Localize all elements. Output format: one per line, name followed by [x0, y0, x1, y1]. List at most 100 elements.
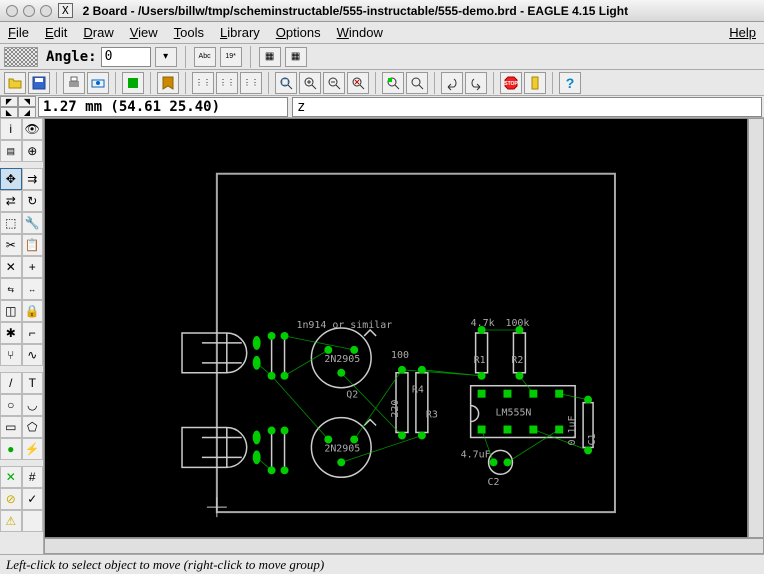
- redo-button[interactable]: [465, 72, 487, 94]
- split-tool[interactable]: ⑂: [0, 344, 22, 366]
- smash-tool[interactable]: ✱: [0, 322, 22, 344]
- menu-edit[interactable]: Edit: [45, 25, 67, 40]
- gate-tool[interactable]: ◫: [0, 300, 22, 322]
- horizontal-scrollbar[interactable]: [44, 538, 764, 554]
- circle-tool[interactable]: ○: [0, 394, 22, 416]
- zoom-out-button[interactable]: [323, 72, 345, 94]
- lock-tool[interactable]: 🔒: [22, 300, 44, 322]
- command-input[interactable]: [292, 97, 762, 117]
- add-tool[interactable]: +: [22, 256, 44, 278]
- q1-label: 2N2905: [324, 354, 360, 365]
- move-tool[interactable]: ✥: [0, 168, 22, 190]
- r2-label: R2: [511, 355, 523, 366]
- delete-tool[interactable]: ✕: [0, 256, 22, 278]
- tool-palette: i👁 ▤⊕ ✥⇉ ⇄↻ ⬚🔧 ✂📋 ✕+ ⇆↔ ◫🔒 ✱⌐ ⑂∿ /T ○◡ ▭…: [0, 118, 44, 554]
- r4-val: 100: [391, 350, 409, 361]
- menu-view[interactable]: View: [130, 25, 158, 40]
- undo-button[interactable]: [441, 72, 463, 94]
- menu-tools[interactable]: Tools: [174, 25, 204, 40]
- status-bar: Left-click to select object to move (rig…: [0, 554, 764, 574]
- traffic-zoom-icon[interactable]: [40, 5, 52, 17]
- grid2-icon[interactable]: ▦: [285, 47, 307, 67]
- pinswap-tool[interactable]: ⇆: [0, 278, 22, 300]
- change-tool[interactable]: 🔧: [22, 212, 44, 234]
- menu-file[interactable]: File: [8, 25, 29, 40]
- c2-val: 4.7uF: [461, 449, 491, 460]
- angle-input[interactable]: [101, 47, 151, 67]
- ulp2-button[interactable]: ⋮⋮: [216, 72, 238, 94]
- board-button[interactable]: [122, 72, 144, 94]
- group-tool[interactable]: ⬚: [0, 212, 22, 234]
- paste-tool[interactable]: 📋: [22, 234, 44, 256]
- signal-tool[interactable]: ⚡: [22, 438, 44, 460]
- info-tool[interactable]: i: [0, 118, 22, 140]
- traffic-min-icon[interactable]: [23, 5, 35, 17]
- arc-tool[interactable]: ◡: [22, 394, 44, 416]
- c1-label: C1: [587, 433, 598, 445]
- print-button[interactable]: [63, 72, 85, 94]
- svg-text:STOP: STOP: [504, 81, 518, 87]
- traffic-close-icon[interactable]: [6, 5, 18, 17]
- menu-library[interactable]: Library: [220, 25, 260, 40]
- name-toggle-icon[interactable]: Abc: [194, 47, 216, 67]
- layers-tool[interactable]: ▤: [0, 140, 22, 162]
- mirror-tool[interactable]: ⇄: [0, 190, 22, 212]
- c2-label: C2: [488, 477, 500, 488]
- drc-tool[interactable]: ✓: [22, 488, 44, 510]
- r3-label: R3: [426, 410, 438, 421]
- toolbar-params: Angle: ▾ Abc 19* ▦ ▦: [0, 44, 764, 70]
- ratsnest-tool[interactable]: ✕: [0, 466, 22, 488]
- ulp3-button[interactable]: ⋮⋮: [240, 72, 262, 94]
- rotate-tool[interactable]: ↻: [22, 190, 44, 212]
- menu-window[interactable]: Window: [337, 25, 383, 40]
- errors-tool[interactable]: ⚠: [0, 510, 22, 532]
- erc-tool[interactable]: ⊘: [0, 488, 22, 510]
- grid-pattern-icon[interactable]: [4, 47, 38, 67]
- optimize-tool[interactable]: ∿: [22, 344, 44, 366]
- status-text: Left-click to select object to move (rig…: [6, 557, 324, 573]
- replace-tool[interactable]: ↔: [22, 278, 44, 300]
- angle-label: Angle:: [46, 49, 97, 65]
- zoom-in-button[interactable]: [299, 72, 321, 94]
- save-button[interactable]: [28, 72, 50, 94]
- coordinate-bar: ◤◥ ◣◢ 1.27 mm (54.61 25.40): [0, 96, 764, 118]
- help-button[interactable]: ?: [559, 72, 581, 94]
- go-button[interactable]: [524, 72, 546, 94]
- text-tool[interactable]: T: [22, 372, 44, 394]
- rect-tool[interactable]: ▭: [0, 416, 22, 438]
- value-toggle-icon[interactable]: 19*: [220, 47, 242, 67]
- mark-tool[interactable]: ⊕: [22, 140, 44, 162]
- grid1-icon[interactable]: ▦: [259, 47, 281, 67]
- copy-tool[interactable]: ⇉: [22, 168, 44, 190]
- stop-button[interactable]: STOP: [500, 72, 522, 94]
- window-titlebar: X 2 Board - /Users/billw/tmp/scheminstru…: [0, 0, 764, 22]
- cut-tool[interactable]: ✂: [0, 234, 22, 256]
- q2-value: 2N2905: [324, 443, 360, 454]
- angle-dropdown-icon[interactable]: ▾: [155, 47, 177, 67]
- zoom-fit-button[interactable]: [275, 72, 297, 94]
- route-tool[interactable]: /: [0, 372, 22, 394]
- miter-tool[interactable]: ⌐: [22, 322, 44, 344]
- cam-button[interactable]: [87, 72, 109, 94]
- pcb-drawing: 2N2905 2N2905 Q2 1n914 or similar R4 100…: [45, 119, 747, 537]
- board-canvas[interactable]: 2N2905 2N2905 Q2 1n914 or similar R4 100…: [44, 118, 748, 538]
- zoom-select-button[interactable]: [382, 72, 404, 94]
- c1-val: 0.1uF: [567, 416, 578, 446]
- menu-options[interactable]: Options: [276, 25, 321, 40]
- zoom-prev-button[interactable]: [406, 72, 428, 94]
- auto-tool[interactable]: #: [22, 466, 44, 488]
- poly-tool[interactable]: ⬠: [22, 416, 44, 438]
- via-tool[interactable]: ●: [0, 438, 22, 460]
- coordinate-readout: 1.27 mm (54.61 25.40): [38, 97, 288, 117]
- open-button[interactable]: [4, 72, 26, 94]
- zoom-redraw-button[interactable]: [347, 72, 369, 94]
- menu-bar: File Edit Draw View Tools Library Option…: [0, 22, 764, 44]
- menu-draw[interactable]: Draw: [83, 25, 113, 40]
- show-tool[interactable]: 👁: [22, 118, 44, 140]
- ulp1-button[interactable]: ⋮⋮: [192, 72, 214, 94]
- vertical-scrollbar[interactable]: [748, 118, 764, 538]
- script-button[interactable]: [157, 72, 179, 94]
- nav-arrows[interactable]: ◤◥ ◣◢: [0, 96, 36, 117]
- ic-label: LM555N: [496, 408, 532, 419]
- menu-help[interactable]: Help: [729, 25, 756, 40]
